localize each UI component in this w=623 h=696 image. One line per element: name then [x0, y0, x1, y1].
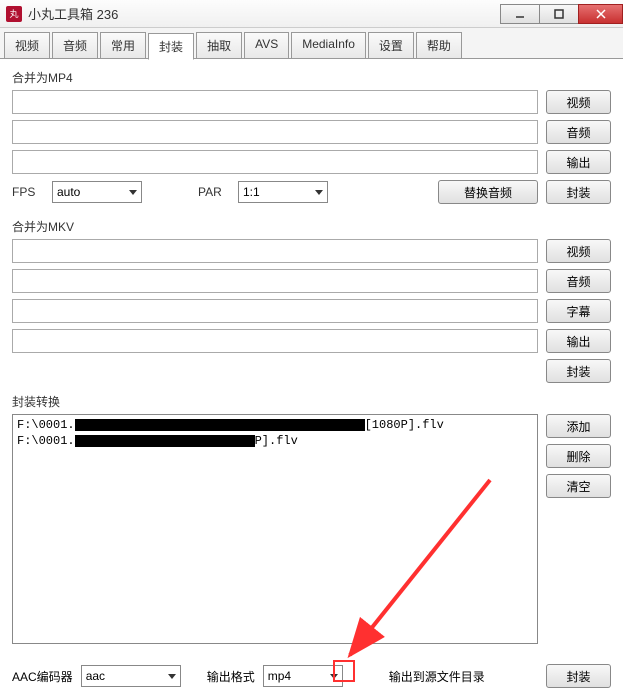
mp4-video-button[interactable]: 视频 [546, 90, 611, 114]
mkv-video-input[interactable] [12, 239, 538, 263]
chevron-down-icon [168, 674, 176, 679]
tab-视频[interactable]: 视频 [4, 32, 50, 58]
tab-音频[interactable]: 音频 [52, 32, 98, 58]
tab-AVS[interactable]: AVS [244, 32, 289, 58]
mkv-audio-button[interactable]: 音频 [546, 269, 611, 293]
tab-帮助[interactable]: 帮助 [416, 32, 462, 58]
par-label: PAR [198, 185, 230, 199]
mp4-mux-button[interactable]: 封装 [546, 180, 611, 204]
titlebar: 丸 小丸工具箱 236 [0, 0, 623, 28]
par-combo[interactable]: 1:1 [238, 181, 328, 203]
tab-MediaInfo[interactable]: MediaInfo [291, 32, 366, 58]
mp4-group-label: 合并为MP4 [12, 69, 611, 86]
add-button[interactable]: 添加 [546, 414, 611, 438]
window-title: 小丸工具箱 236 [28, 4, 501, 23]
tab-常用[interactable]: 常用 [100, 32, 146, 58]
outdir-label: 输出到源文件目录 [389, 668, 485, 685]
mp4-video-input[interactable] [12, 90, 538, 114]
list-item[interactable]: F:\0001.P].flv [17, 433, 533, 449]
fps-label: FPS [12, 185, 44, 199]
close-button[interactable] [578, 4, 623, 24]
format-combo[interactable]: mp4 [263, 665, 343, 687]
mkv-sub-button[interactable]: 字幕 [546, 299, 611, 323]
mkv-output-button[interactable]: 输出 [546, 329, 611, 353]
tab-设置[interactable]: 设置 [368, 32, 414, 58]
tab-bar: 视频音频常用封装抽取AVSMediaInfo设置帮助 [0, 28, 623, 59]
fps-combo[interactable]: auto [52, 181, 142, 203]
mkv-video-button[interactable]: 视频 [546, 239, 611, 263]
clear-button[interactable]: 清空 [546, 474, 611, 498]
format-label: 输出格式 [207, 668, 255, 685]
mkv-audio-input[interactable] [12, 269, 538, 293]
app-icon: 丸 [6, 6, 22, 22]
chevron-down-icon [330, 674, 338, 679]
maximize-button[interactable] [539, 4, 579, 24]
mp4-output-input[interactable] [12, 150, 538, 174]
file-listbox[interactable]: F:\0001.[1080P].flvF:\0001.P].flv [12, 414, 538, 644]
encoder-label: AAC编码器 [12, 668, 73, 685]
delete-button[interactable]: 删除 [546, 444, 611, 468]
mp4-output-button[interactable]: 输出 [546, 150, 611, 174]
convert-group-label: 封装转换 [12, 393, 611, 410]
encoder-combo[interactable]: aac [81, 665, 181, 687]
mkv-sub-input[interactable] [12, 299, 538, 323]
list-item[interactable]: F:\0001.[1080P].flv [17, 417, 533, 433]
mkv-mux-button[interactable]: 封装 [546, 359, 611, 383]
minimize-button[interactable] [500, 4, 540, 24]
mp4-audio-input[interactable] [12, 120, 538, 144]
mkv-output-input[interactable] [12, 329, 538, 353]
bottom-mux-button[interactable]: 封装 [546, 664, 611, 688]
mkv-group-label: 合并为MKV [12, 218, 611, 235]
chevron-down-icon [129, 190, 137, 195]
tab-封装[interactable]: 封装 [148, 33, 194, 60]
replace-audio-button[interactable]: 替换音频 [438, 180, 538, 204]
mp4-audio-button[interactable]: 音频 [546, 120, 611, 144]
tab-抽取[interactable]: 抽取 [196, 32, 242, 58]
chevron-down-icon [315, 190, 323, 195]
